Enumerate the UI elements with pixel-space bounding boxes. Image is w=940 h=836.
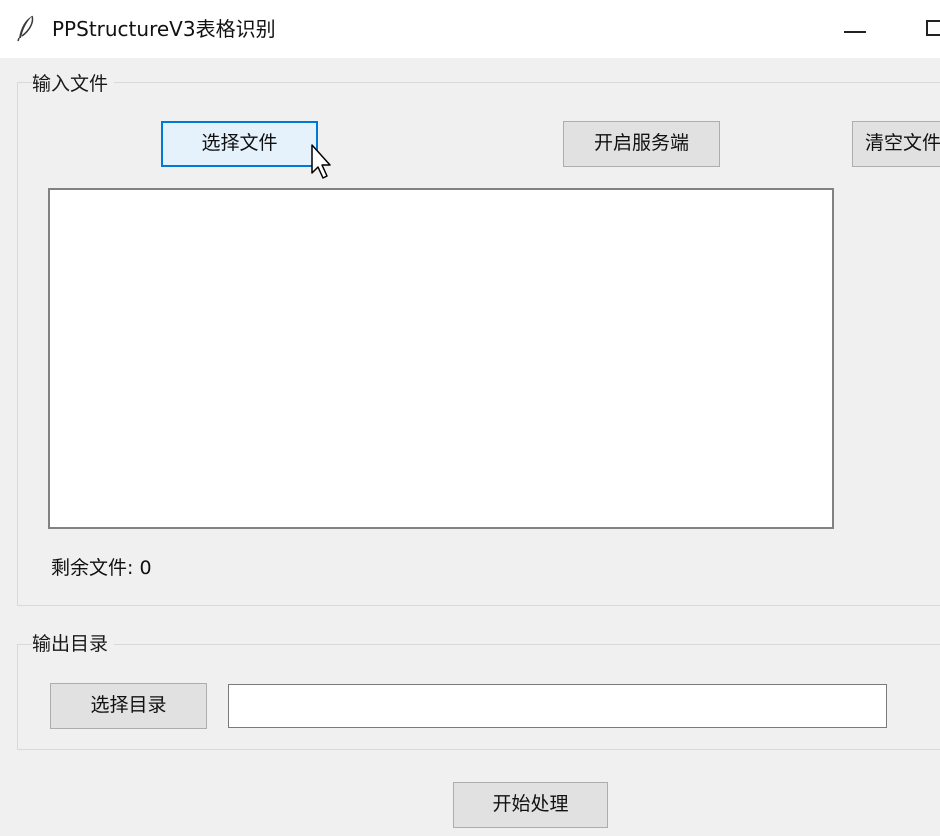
file-listbox[interactable] xyxy=(48,188,834,529)
input-files-group-title: 输入文件 xyxy=(32,72,115,96)
window-title: PPStructureV3表格识别 xyxy=(52,17,276,41)
output-dir-group-title: 输出目录 xyxy=(32,632,115,656)
start-server-button[interactable]: 开启服务端 xyxy=(563,121,720,167)
title-bar: PPStructureV3表格识别 xyxy=(0,0,940,58)
select-dir-button[interactable]: 选择目录 xyxy=(50,683,207,729)
start-process-button[interactable]: 开始处理 xyxy=(453,782,608,828)
maximize-button[interactable] xyxy=(906,0,940,58)
maximize-icon xyxy=(926,20,940,36)
output-dir-field[interactable] xyxy=(228,684,887,728)
minimize-icon xyxy=(844,31,866,33)
remaining-files-label: 剩余文件: 0 xyxy=(51,557,152,579)
app-window: PPStructureV3表格识别 输入文件 选择文件 开启服务端 清空文件 剩… xyxy=(0,0,940,836)
select-file-button[interactable]: 选择文件 xyxy=(161,121,318,167)
minimize-button[interactable] xyxy=(826,0,886,58)
feather-icon xyxy=(17,15,34,42)
clear-files-button[interactable]: 清空文件 xyxy=(852,121,940,167)
